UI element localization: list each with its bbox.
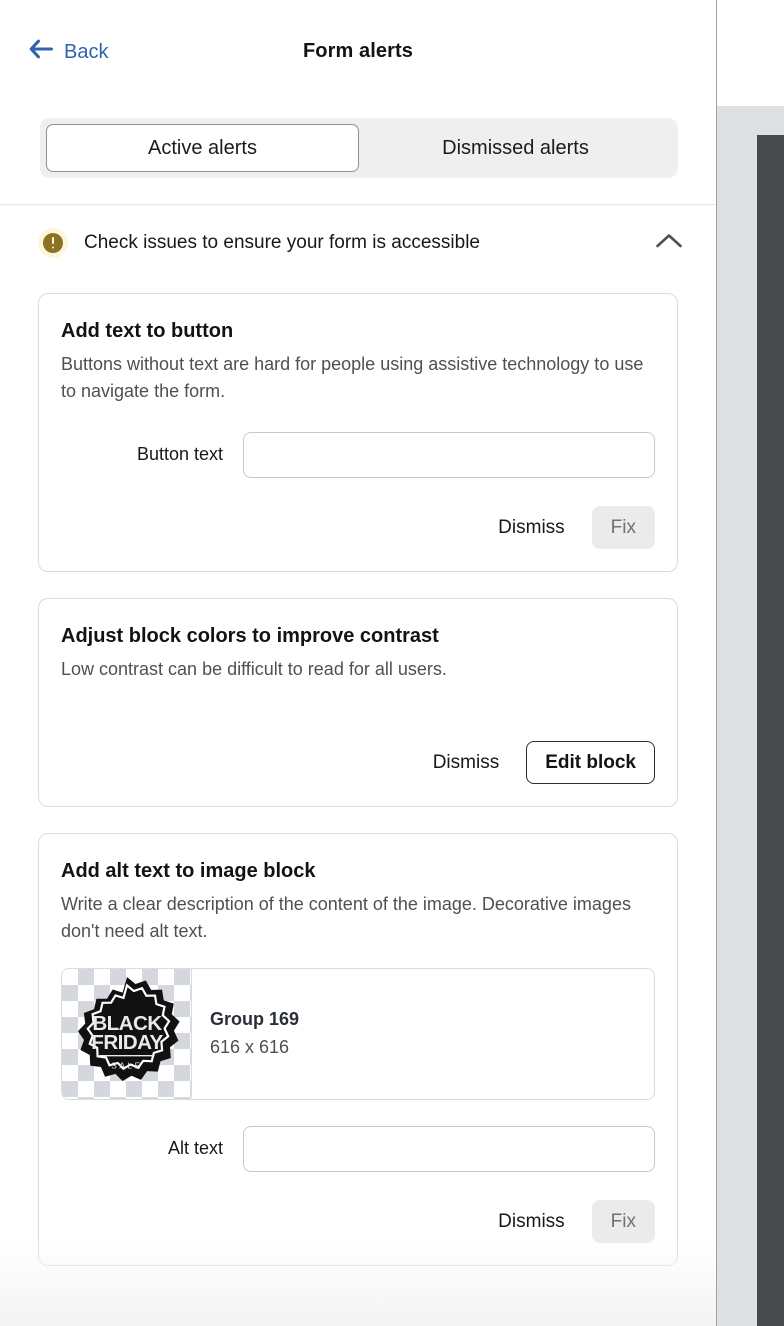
image-metadata: Group 169 616 x 616 xyxy=(192,969,654,1099)
panel-body: Check issues to ensure your form is acce… xyxy=(0,205,716,1326)
alert-title: Adjust block colors to improve contrast xyxy=(61,625,655,648)
alt-text-input[interactable] xyxy=(243,1126,655,1172)
warning-circle-icon xyxy=(38,228,68,258)
button-text-label: Button text xyxy=(61,444,243,465)
alert-actions: Dismiss Fix xyxy=(61,506,655,549)
page-title: Form alerts xyxy=(0,40,716,63)
dismiss-button[interactable]: Dismiss xyxy=(414,741,519,784)
button-text-field-row: Button text xyxy=(61,432,655,478)
accessibility-section-header[interactable]: Check issues to ensure your form is acce… xyxy=(0,205,716,281)
fix-button[interactable]: Fix xyxy=(592,506,655,549)
tab-active-alerts-label: Active alerts xyxy=(148,137,257,160)
edit-block-button[interactable]: Edit block xyxy=(526,741,655,784)
canvas-dark-block xyxy=(757,135,784,1326)
alerts-tab-group: Active alerts Dismissed alerts xyxy=(40,118,678,178)
alert-description: Buttons without text are hard for people… xyxy=(61,351,655,406)
alt-text-field-row: Alt text xyxy=(61,1126,655,1172)
tab-dismissed-alerts-label: Dismissed alerts xyxy=(442,137,589,160)
dismiss-button[interactable]: Dismiss xyxy=(479,1200,584,1243)
panel-header: Back Form alerts Active alerts Dismissed… xyxy=(0,0,716,205)
alert-actions: Dismiss Fix xyxy=(61,1200,655,1243)
alert-description: Write a clear description of the content… xyxy=(61,891,655,946)
alert-title: Add alt text to image block xyxy=(61,860,655,883)
dismiss-button[interactable]: Dismiss xyxy=(479,506,584,549)
tab-dismissed-alerts[interactable]: Dismissed alerts xyxy=(359,124,672,172)
image-name: Group 169 xyxy=(210,1009,654,1030)
alert-title: Add text to button xyxy=(61,320,655,343)
accessibility-section-title: Check issues to ensure your form is acce… xyxy=(84,232,654,254)
alt-text-label: Alt text xyxy=(61,1138,243,1159)
svg-text:SALE: SALE xyxy=(111,1060,143,1070)
image-thumbnail: BLACK FRIDAY SALE xyxy=(62,969,192,1099)
alert-card-adjust-contrast: Adjust block colors to improve contrast … xyxy=(38,598,678,807)
alert-card-add-button-text: Add text to button Buttons without text … xyxy=(38,293,678,572)
image-dimensions: 616 x 616 xyxy=(210,1037,654,1058)
alert-card-add-alt-text: Add alt text to image block Write a clea… xyxy=(38,833,678,1266)
button-text-input[interactable] xyxy=(243,432,655,478)
black-friday-badge-icon: BLACK FRIDAY SALE xyxy=(68,975,186,1093)
image-attachment-row[interactable]: BLACK FRIDAY SALE Group 169 616 x 616 xyxy=(61,968,655,1100)
alert-description: Low contrast can be difficult to read fo… xyxy=(61,656,655,683)
fix-button[interactable]: Fix xyxy=(592,1200,655,1243)
form-alerts-panel: Back Form alerts Active alerts Dismissed… xyxy=(0,0,717,1326)
tab-active-alerts[interactable]: Active alerts xyxy=(46,124,359,172)
chevron-up-icon[interactable] xyxy=(654,231,684,256)
alert-actions: Dismiss Edit block xyxy=(61,741,655,784)
svg-text:FRIDAY: FRIDAY xyxy=(91,1031,163,1054)
